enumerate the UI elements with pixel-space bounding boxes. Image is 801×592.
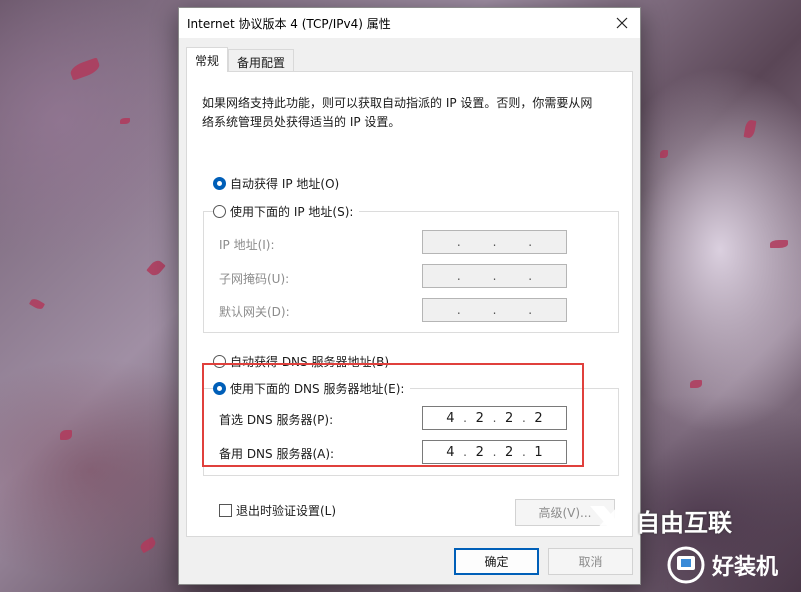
alternate-dns-label: 备用 DNS 服务器(A): xyxy=(219,447,335,461)
radio-checked-icon xyxy=(213,382,226,395)
validate-on-exit-checkbox[interactable]: 退出时验证设置(L) xyxy=(219,502,336,519)
watermark-logo-1: 自由互联 xyxy=(588,503,732,538)
radio-checked-icon xyxy=(213,177,226,190)
background-petal xyxy=(146,258,166,278)
auto-dns-label: 自动获得 DNS 服务器地址(B) xyxy=(230,355,390,369)
manual-ip-label: 使用下面的 IP 地址(S): xyxy=(230,205,354,219)
background-petal xyxy=(690,380,702,388)
alternate-dns-input[interactable]: 4. 2. 2. 1 xyxy=(422,440,567,464)
auto-ip-radio[interactable]: 自动获得 IP 地址(O) xyxy=(213,175,339,192)
background-petal xyxy=(68,57,102,81)
manual-dns-label: 使用下面的 DNS 服务器地址(E): xyxy=(230,382,405,396)
subnet-mask-label: 子网掩码(U): xyxy=(219,272,290,286)
cancel-button[interactable]: 取消 xyxy=(548,548,633,575)
default-gateway-input[interactable]: ... xyxy=(422,298,567,322)
ok-button[interactable]: 确定 xyxy=(454,548,539,575)
tab-bar: 常规 备用配置 xyxy=(186,47,295,72)
preferred-dns-label: 首选 DNS 服务器(P): xyxy=(219,413,334,427)
validate-on-exit-label: 退出时验证设置(L) xyxy=(236,504,337,518)
default-gateway-label: 默认网关(D): xyxy=(219,305,290,319)
ip-address-input[interactable]: ... xyxy=(422,230,567,254)
close-button[interactable] xyxy=(604,8,640,38)
radio-unchecked-icon xyxy=(213,205,226,218)
logo-circle-icon xyxy=(667,546,705,584)
watermark-text-2: 好装机 xyxy=(712,555,779,580)
tcpip-properties-dialog: Internet 协议版本 4 (TCP/IPv4) 属性 常规 备用配置 如果… xyxy=(178,7,641,585)
preferred-dns-input[interactable]: 4. 2. 2. 2 xyxy=(422,406,567,430)
ip-address-label: IP 地址(I): xyxy=(219,238,275,252)
background-petal xyxy=(60,430,72,440)
background-petal xyxy=(770,240,788,248)
subnet-mask-input[interactable]: ... xyxy=(422,264,567,288)
background-petal xyxy=(660,150,668,158)
auto-ip-label: 自动获得 IP 地址(O) xyxy=(230,177,340,191)
background-petal xyxy=(743,119,757,139)
title-bar: Internet 协议版本 4 (TCP/IPv4) 属性 xyxy=(179,8,640,38)
manual-dns-radio[interactable]: 使用下面的 DNS 服务器地址(E): xyxy=(213,380,411,397)
checkbox-unchecked-icon xyxy=(219,504,232,517)
window-title: Internet 协议版本 4 (TCP/IPv4) 属性 xyxy=(187,17,391,31)
close-icon xyxy=(616,17,628,29)
tab-general[interactable]: 常规 xyxy=(186,47,229,72)
description-text: 如果网络支持此功能，则可以获取自动指派的 IP 设置。否则，你需要从网络系统管理… xyxy=(202,96,593,129)
auto-dns-radio[interactable]: 自动获得 DNS 服务器地址(B) xyxy=(213,353,389,370)
radio-unchecked-icon xyxy=(213,355,226,368)
background-petal xyxy=(138,536,158,554)
background-petal xyxy=(120,118,130,124)
watermark-logo-2: 好装机 xyxy=(664,545,778,585)
background-petal xyxy=(28,297,46,311)
general-panel: 如果网络支持此功能，则可以获取自动指派的 IP 设置。否则，你需要从网络系统管理… xyxy=(186,71,633,537)
manual-ip-radio[interactable]: 使用下面的 IP 地址(S): xyxy=(213,203,360,220)
x-logo-icon xyxy=(590,505,630,536)
tab-alternate-configuration[interactable]: 备用配置 xyxy=(228,49,295,72)
watermark-text-1: 自由互联 xyxy=(636,509,732,537)
